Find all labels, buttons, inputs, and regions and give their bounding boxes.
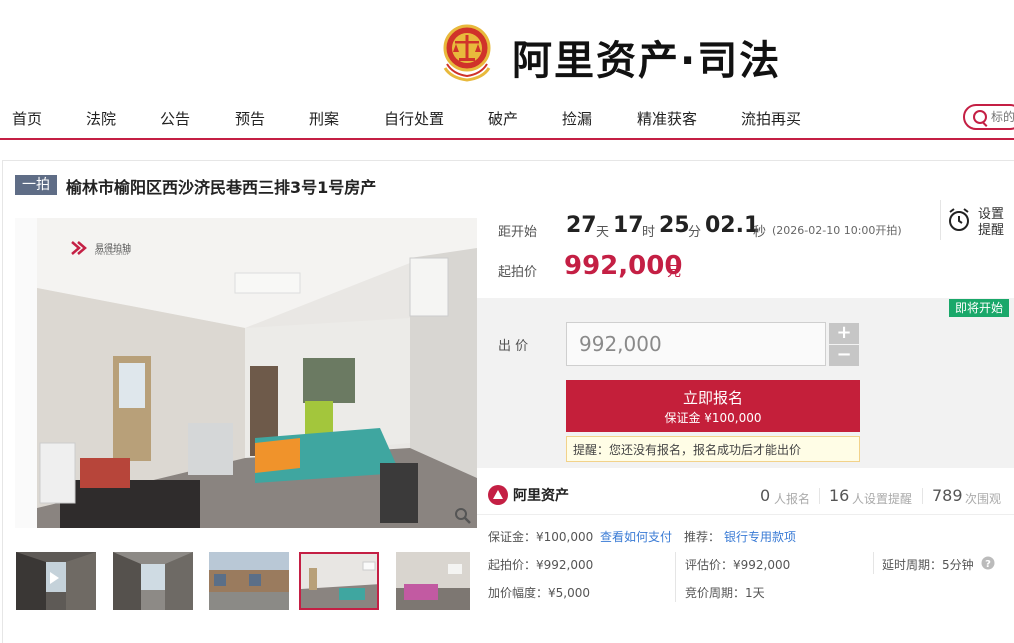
signup-hint: 提醒：您还没有报名，报名成功后才能出价	[566, 436, 860, 462]
increase-bid-button[interactable]: +	[829, 323, 859, 344]
set-reminder-line2[interactable]: 提醒	[978, 219, 1004, 238]
thumbnail-image	[209, 552, 289, 610]
delay-detail: 延时周期：5分钟	[882, 558, 974, 572]
recommend-label: 推荐：	[684, 530, 721, 544]
countdown-days: 27	[566, 213, 597, 238]
search-input[interactable]	[991, 108, 1014, 126]
divider	[675, 552, 676, 602]
main-photo[interactable]: 易得拍轴 PAIYIDE.SHOP	[15, 218, 477, 528]
item-title: 榆林市榆阳区西沙济民巷西三排3号1号房产	[66, 178, 377, 197]
countdown-minutes-unit: 分	[688, 225, 702, 240]
divider	[873, 552, 874, 574]
increment-detail: 加价幅度：¥5,000	[488, 586, 590, 600]
cycle-detail: 竞价周期：1天	[685, 586, 765, 600]
countdown-minutes: 25	[659, 213, 690, 238]
view-count: 789	[932, 486, 963, 505]
start-price-label: 起拍价	[498, 265, 538, 280]
main-nav: 首页 法院 公告 预告 刑案 自行处置 破产 捡漏 精准获客 流拍再买	[0, 100, 1014, 140]
divider	[922, 488, 923, 504]
photo-thumbnail[interactable]	[16, 552, 96, 610]
signup-count-label: 人报名	[774, 492, 811, 506]
reminder-count-label: 人设置提醒	[852, 492, 913, 506]
nav-item-preview[interactable]: 预告	[235, 108, 265, 129]
thumbnail-image	[396, 552, 470, 610]
countdown-hours-unit: 时	[642, 225, 656, 240]
search-box[interactable]	[963, 104, 1014, 130]
room-photo-image	[15, 218, 477, 528]
countdown-hours: 17	[613, 213, 644, 238]
brand-title: 阿里资产·司法	[512, 38, 782, 84]
nav-item-bankruptcy[interactable]: 破产	[488, 108, 518, 129]
bank-payment-link[interactable]: 银行专用款项	[724, 528, 796, 545]
how-to-pay-link[interactable]: 查看如何支付	[600, 528, 672, 545]
nav-item-precise[interactable]: 精准获客	[637, 108, 697, 129]
countdown-days-unit: 天	[596, 225, 610, 240]
search-icon	[973, 110, 987, 124]
svg-text:?: ?	[985, 559, 991, 570]
deposit-detail: 保证金：¥100,000	[488, 530, 594, 544]
countdown-seconds-unit: 秒	[753, 225, 767, 240]
start-time-note: (2026-02-10 10:00开拍)	[772, 224, 902, 237]
zoom-icon[interactable]	[454, 507, 472, 525]
alarm-clock-icon[interactable]	[947, 207, 971, 233]
decrease-bid-button[interactable]: −	[829, 345, 859, 366]
countdown-label: 距开始	[498, 225, 538, 240]
nav-item-home[interactable]: 首页	[12, 108, 42, 129]
thumbnail-image	[113, 552, 193, 610]
appraisal-detail: 评估价：¥992,000	[685, 558, 791, 572]
nav-item-notice[interactable]: 公告	[160, 108, 190, 129]
court-emblem-icon	[443, 24, 491, 82]
signup-count: 0	[760, 486, 771, 505]
nav-item-court[interactable]: 法院	[86, 108, 116, 129]
nav-item-relist[interactable]: 流拍再买	[741, 108, 801, 129]
bid-label: 出 价	[498, 339, 529, 354]
view-count-label: 次围观	[965, 492, 1002, 506]
thumbnail-image	[301, 554, 377, 608]
photo-thumbnail-selected[interactable]	[299, 552, 379, 610]
help-icon[interactable]: ?	[981, 556, 995, 570]
thumbnail-image	[16, 552, 96, 610]
deposit-line: 保证金 ¥100,000	[664, 411, 762, 425]
ali-assets-logo-icon	[488, 485, 508, 505]
nav-item-bargain[interactable]: 捡漏	[562, 108, 592, 129]
signup-button-label: 立即报名	[682, 389, 743, 407]
divider	[940, 200, 941, 240]
start-price-unit: 元	[667, 264, 681, 280]
round-badge: 一拍	[15, 175, 57, 195]
nav-item-self-disposal[interactable]: 自行处置	[384, 108, 444, 129]
stats-brand: 阿里资产	[513, 488, 569, 504]
divider	[819, 488, 820, 504]
reminder-count: 16	[829, 486, 850, 505]
photo-thumbnail[interactable]	[113, 552, 193, 610]
countdown-seconds: 02.1	[705, 213, 760, 238]
photo-watermark-sub: PAIYIDE.SHOP	[95, 251, 130, 257]
photo-thumbnail[interactable]	[209, 552, 289, 610]
photo-thumbnail[interactable]	[396, 552, 470, 610]
status-badge: 即将开始	[949, 299, 1009, 317]
bid-amount-input[interactable]	[566, 322, 826, 366]
nav-item-criminal[interactable]: 刑案	[309, 108, 339, 129]
start-price-value: 992,000	[564, 251, 683, 281]
start-price-detail: 起拍价：¥992,000	[488, 558, 594, 572]
signup-button[interactable]: 立即报名 保证金 ¥100,000	[566, 380, 860, 432]
